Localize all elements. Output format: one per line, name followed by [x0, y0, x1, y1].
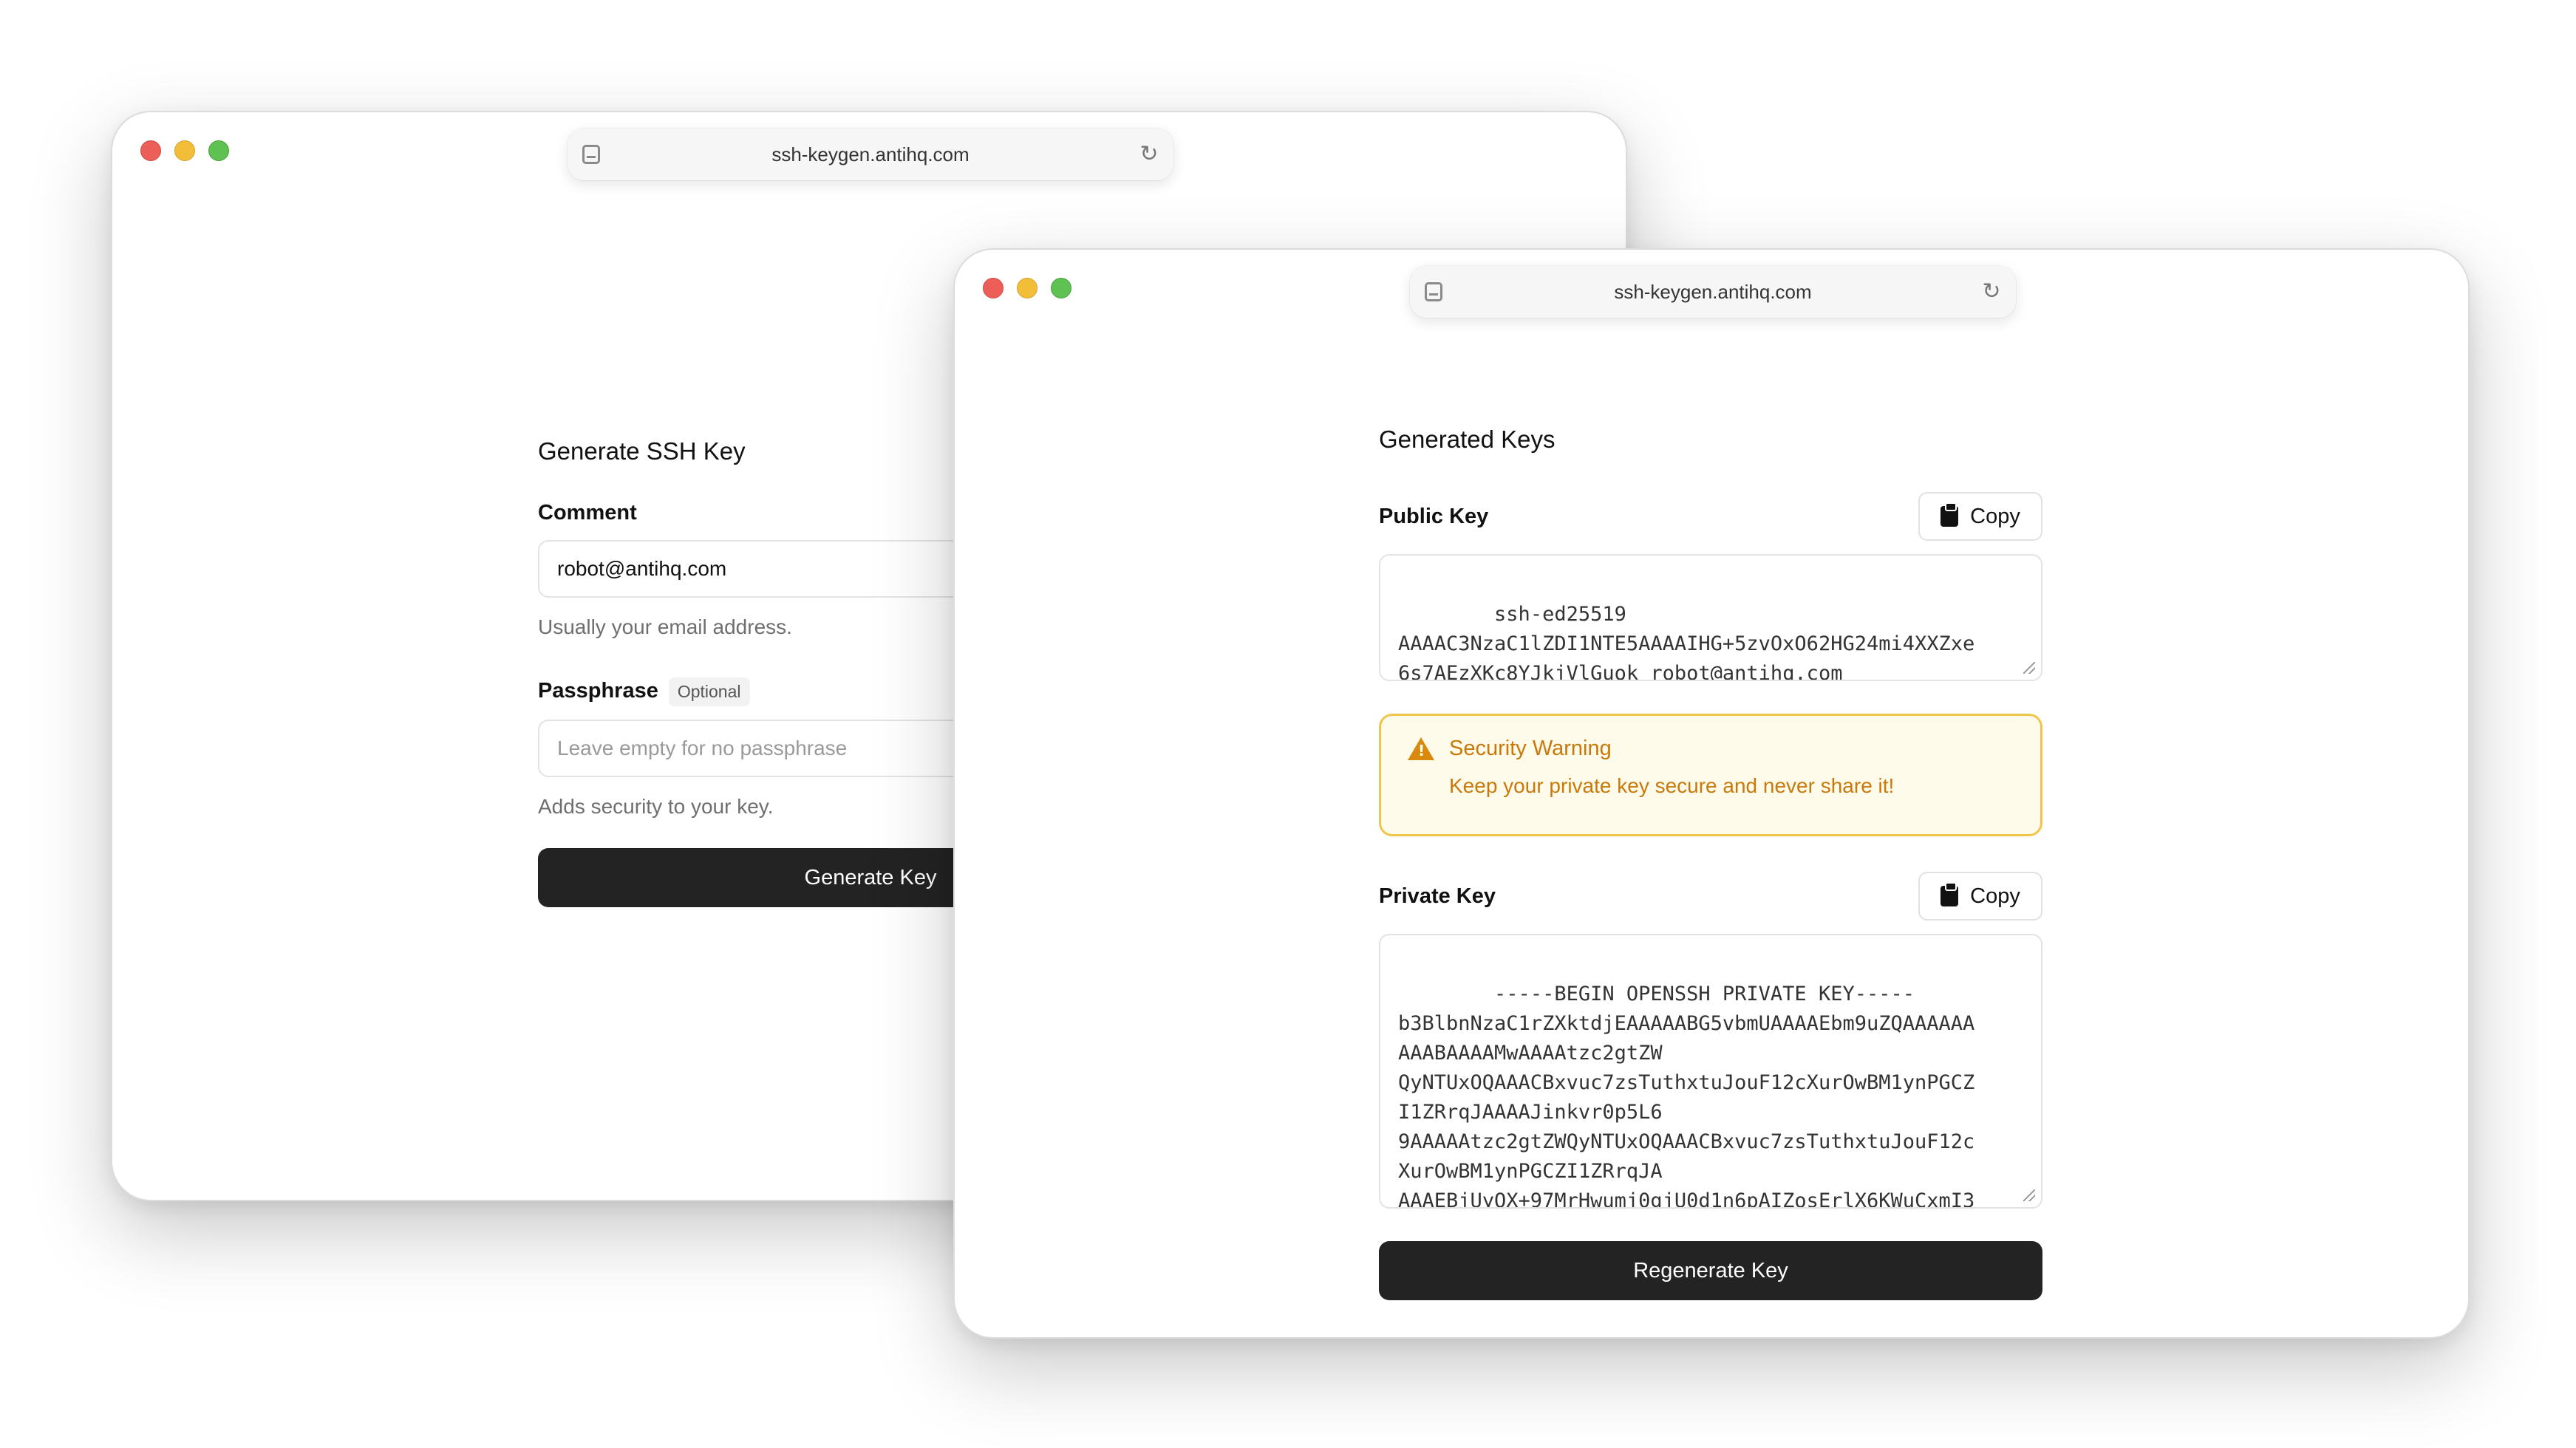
public-key-header: Public Key Copy [1379, 492, 2042, 541]
regenerate-key-button[interactable]: Regenerate Key [1379, 1241, 2042, 1300]
copy-public-key-button[interactable]: Copy [1918, 492, 2042, 541]
copy-button-label: Copy [1970, 884, 2020, 908]
address-bar[interactable]: ssh-keygen.antihq.com ↻ [1410, 266, 2016, 318]
private-key-header: Private Key Copy [1379, 872, 2042, 921]
zoom-window-button[interactable] [1051, 278, 1071, 298]
warning-title: Security Warning [1408, 737, 2014, 761]
zoom-window-button[interactable] [208, 140, 229, 161]
copy-button-label: Copy [1970, 504, 2020, 528]
page-icon [1425, 282, 1442, 301]
browser-window-generated-keys: ssh-keygen.antihq.com ↻ Generated Keys P… [953, 248, 2470, 1339]
window-controls [983, 278, 1071, 298]
passphrase-label-text: Passphrase [538, 679, 658, 703]
close-window-button[interactable] [983, 278, 1004, 298]
public-key-value: ssh-ed25519 AAAAC3NzaC1lZDI1NTE5AAAAIHG+… [1398, 603, 1975, 681]
optional-badge: Optional [668, 677, 750, 706]
address-bar[interactable]: ssh-keygen.antihq.com ↻ [568, 129, 1173, 180]
page-icon [582, 145, 600, 164]
minimize-window-button[interactable] [174, 140, 195, 161]
private-key-textarea[interactable]: -----BEGIN OPENSSH PRIVATE KEY----- b3Bl… [1379, 934, 2042, 1209]
private-key-label: Private Key [1379, 884, 1496, 908]
clipboard-icon [1940, 882, 1959, 906]
resize-handle-icon[interactable] [2023, 1189, 2035, 1201]
warning-title-text: Security Warning [1449, 737, 1612, 760]
public-key-textarea[interactable]: ssh-ed25519 AAAAC3NzaC1lZDI1NTE5AAAAIHG+… [1379, 554, 2042, 681]
private-key-value: -----BEGIN OPENSSH PRIVATE KEY----- b3Bl… [1398, 983, 1975, 1209]
resize-handle-icon[interactable] [2023, 662, 2035, 674]
minimize-window-button[interactable] [1017, 278, 1037, 298]
security-warning-alert: Security Warning Keep your private key s… [1379, 714, 2042, 836]
copy-private-key-button[interactable]: Copy [1918, 872, 2042, 921]
desktop-scene: ssh-keygen.antihq.com ↻ Generate SSH Key… [0, 0, 2576, 1448]
window-controls [140, 140, 229, 161]
warning-message: Keep your private key secure and never s… [1449, 774, 1895, 797]
clipboard-icon [1940, 502, 1959, 527]
address-bar-url: ssh-keygen.antihq.com [771, 143, 970, 165]
reload-icon[interactable]: ↻ [1138, 143, 1160, 165]
address-bar-url: ssh-keygen.antihq.com [1614, 280, 1812, 303]
public-key-label: Public Key [1379, 504, 1489, 528]
warning-triangle-icon [1408, 737, 1434, 760]
close-window-button[interactable] [140, 140, 161, 161]
page-title: Generated Keys [1379, 426, 1556, 453]
reload-icon[interactable]: ↻ [1980, 281, 2003, 303]
